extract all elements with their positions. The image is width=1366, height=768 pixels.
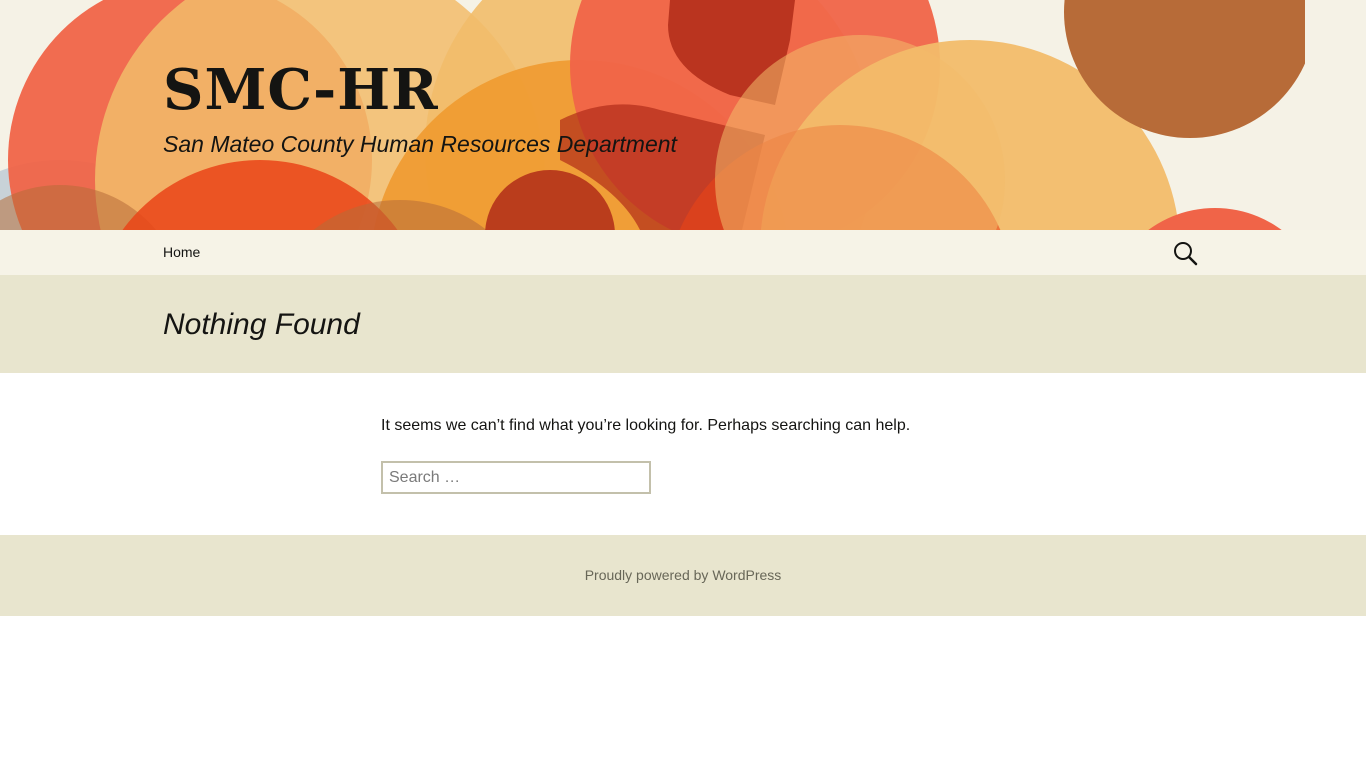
site-footer: Proudly powered by WordPress — [0, 535, 1366, 616]
page-content: It seems we can’t find what you’re looki… — [0, 373, 1366, 535]
page-title: Nothing Found — [163, 308, 360, 341]
footer-credit-link[interactable]: Proudly powered by WordPress — [0, 565, 1366, 585]
not-found-message: It seems we can’t find what you’re looki… — [381, 417, 911, 434]
search-input[interactable] — [381, 461, 651, 494]
page-header: Nothing Found — [0, 275, 1366, 373]
nav-item-home[interactable]: Home — [163, 230, 200, 275]
site-description: San Mateo County Human Resources Departm… — [163, 131, 677, 157]
site-header: SMC-HR San Mateo County Human Resources … — [0, 0, 1366, 230]
search-icon[interactable] — [1170, 238, 1200, 268]
site-title[interactable]: SMC-HR — [163, 52, 439, 128]
main-navigation: Home — [0, 230, 1366, 275]
